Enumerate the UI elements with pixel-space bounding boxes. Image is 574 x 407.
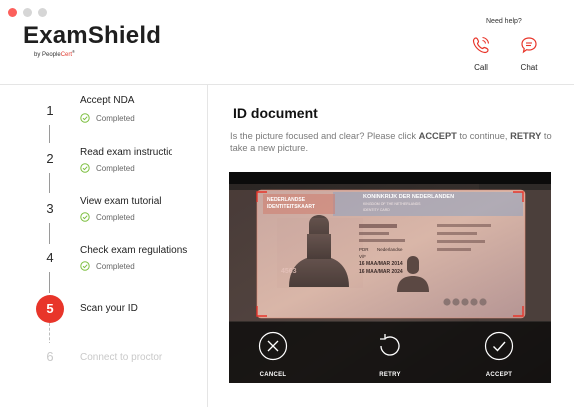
instruction-retry: RETRY — [510, 131, 542, 141]
step-number: 2 — [36, 145, 64, 173]
step-status-label: Completed — [96, 261, 135, 271]
step-status-label: Completed — [96, 113, 135, 123]
step-status: Completed — [80, 113, 135, 123]
retry-label: RETRY — [379, 372, 401, 378]
id-card-en-text: IDENTITY CARD — [363, 208, 390, 212]
step-title: Read exam instructions — [80, 147, 172, 158]
step-status-label: Completed — [96, 212, 135, 222]
step-title: Check exam regulations — [80, 245, 188, 256]
chat-button[interactable]: Chat — [509, 36, 549, 72]
registered-mark: ® — [72, 49, 75, 54]
camera-actions: CANCEL RETRY ACCEPT — [229, 323, 551, 383]
id-kingdom-text: KONINKRIJK DER NEDERLANDEN — [363, 194, 455, 200]
page-title: ID document — [233, 105, 318, 121]
step-title: Scan your ID — [80, 303, 138, 314]
check-circle-icon — [80, 113, 90, 123]
step-connector — [49, 271, 50, 293]
vendor-prefix: by People — [34, 52, 61, 58]
id-sex: V/F — [359, 254, 367, 259]
instruction-pre: Is the picture focused and clear? Please… — [230, 131, 419, 141]
step-connector — [49, 222, 50, 244]
accept-label: ACCEPT — [485, 372, 513, 378]
step-title: View exam tutorial — [80, 196, 162, 207]
step-title: Connect to proctor — [80, 352, 163, 363]
chat-label: Chat — [520, 63, 538, 72]
close-circle-icon — [258, 331, 288, 361]
id-country-text: NEDERLANDSE — [267, 197, 306, 203]
call-label: Call — [474, 63, 488, 72]
chat-bubble-icon — [521, 37, 537, 54]
app-window: ExamShield by PeopleCert® Need help? Cal… — [0, 0, 574, 407]
check-circle-icon — [80, 212, 90, 222]
step-connector — [49, 323, 51, 345]
app-logo: ExamShield — [23, 22, 162, 49]
steps-sidebar: 1 Accept NDA Completed 2 Read exam instr… — [0, 85, 208, 407]
step-status: Completed — [80, 163, 135, 173]
accept-button[interactable]: ACCEPT — [469, 331, 529, 378]
camera-preview: NEDERLANDSE IDENTITEITSKAART KONINKRIJK … — [229, 172, 551, 383]
id-card-type-text: IDENTITEITSKAART — [267, 204, 316, 210]
close-window-button[interactable] — [8, 8, 17, 17]
step-title: Accept NDA — [80, 95, 135, 106]
cancel-button[interactable]: CANCEL — [243, 331, 303, 378]
step-connector — [49, 123, 50, 143]
check-circle-icon — [80, 163, 90, 173]
id-nationality: Nederlandse — [377, 247, 403, 252]
check-circle-icon — [80, 261, 90, 271]
id-card-number: 4563 — [281, 268, 297, 275]
cancel-label: CANCEL — [259, 372, 287, 378]
id-expiry-date: 16 MAA/MAR 2024 — [359, 269, 403, 275]
help-title: Need help? — [486, 18, 522, 25]
window-controls — [8, 8, 47, 17]
step-number: 6 — [36, 343, 64, 371]
instruction-mid: to continue, — [456, 131, 511, 141]
minimize-window-button[interactable] — [23, 8, 32, 17]
vendor-brand: Cert — [60, 52, 73, 58]
instruction-text: Is the picture focused and clear? Please… — [230, 130, 570, 154]
main-panel: ID document Is the picture focused and c… — [208, 85, 574, 407]
step-status: Completed — [80, 261, 135, 271]
id-kingdom-en-text: KINGDOM OF THE NETHERLANDS — [363, 202, 421, 206]
step-status: Completed — [80, 212, 135, 222]
step-number: 5 — [36, 295, 64, 323]
step-number: 3 — [36, 195, 64, 223]
maximize-window-button[interactable] — [38, 8, 47, 17]
call-button[interactable]: Call — [461, 36, 501, 72]
retry-icon — [380, 334, 400, 356]
id-name-field: PDR — [359, 247, 369, 252]
phone-icon — [472, 36, 490, 54]
step-status-label: Completed — [96, 163, 135, 173]
header: ExamShield by PeopleCert® Need help? Cal… — [0, 0, 574, 85]
vendor-logo: by PeopleCert® — [34, 49, 75, 58]
step-number: 1 — [36, 97, 64, 125]
retry-button[interactable]: RETRY — [360, 331, 420, 378]
check-circle-icon — [484, 331, 514, 361]
step-number: 4 — [36, 244, 64, 272]
step-connector — [49, 173, 50, 193]
instruction-accept: ACCEPT — [418, 131, 457, 141]
id-issue-date: 16 MAA/MAR 2014 — [359, 261, 403, 267]
